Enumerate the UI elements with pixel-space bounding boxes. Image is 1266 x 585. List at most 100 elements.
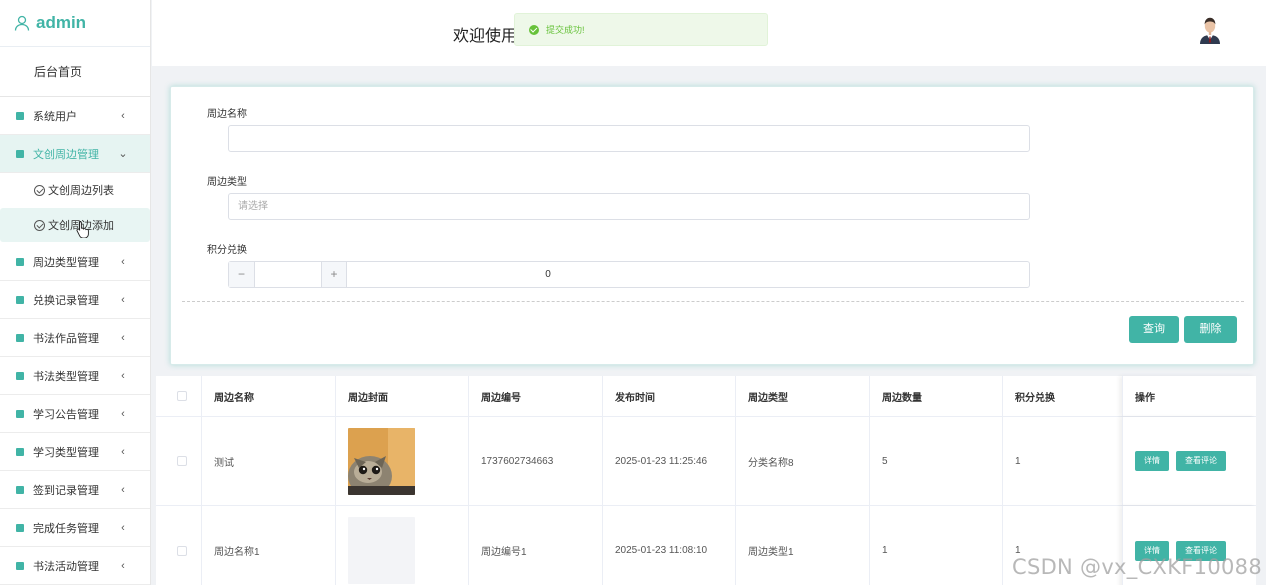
chevron-left-icon: ‹ (121, 521, 125, 534)
user-icon (14, 15, 30, 31)
sidebar-item-label: 周边类型管理 (33, 256, 99, 269)
sidebar-item-study-type[interactable]: 学习类型管理 ‹ (0, 433, 150, 471)
sidebar-item-calligraphy-type[interactable]: 书法类型管理 ‹ (0, 357, 150, 395)
menu-dot-icon (16, 111, 24, 120)
brand-title: admin (36, 13, 87, 32)
cell-code: 1737602734663 (468, 417, 602, 505)
select-all-checkbox[interactable] (177, 391, 187, 401)
delete-button[interactable]: 删除 (1184, 316, 1237, 343)
points-stepper[interactable]: − + 0 (228, 261, 1030, 288)
sidebar-item-home[interactable]: 后台首页 (0, 47, 150, 97)
sidebar-subitem-list[interactable]: 文创周边列表 (0, 173, 150, 207)
sidebar-item-checkin-records[interactable]: 签到记录管理 ‹ (0, 471, 150, 509)
menu-dot-icon (16, 371, 24, 380)
hand-cursor-icon (76, 221, 89, 238)
cell-code: 周边编号1 (468, 506, 602, 585)
sidebar-item-study-notice[interactable]: 学习公告管理 ‹ (0, 395, 150, 433)
sidebar-item-label: 学习公告管理 (33, 408, 99, 421)
sidebar-item-label: 书法作品管理 (33, 332, 99, 345)
check-circle-icon (529, 24, 539, 35)
header-cell: 周边数量 (869, 376, 1002, 416)
cat-image (348, 427, 415, 495)
sidebar-item-peripheral[interactable]: 文创周边管理 ⌄ (0, 135, 150, 173)
sidebar-item-peripheral-type[interactable]: 周边类型管理 ‹ (0, 243, 150, 281)
chevron-left-icon: ‹ (121, 255, 125, 268)
header-cell: 周边封面 (335, 376, 468, 416)
menu-dot-icon (16, 485, 24, 494)
points-value[interactable]: 0 (347, 262, 1029, 287)
check-circle-icon (34, 219, 45, 231)
menu-dot-icon (16, 257, 24, 266)
chevron-left-icon: ‹ (121, 559, 125, 572)
cover-placeholder (348, 517, 415, 584)
menu-dot-icon (16, 295, 24, 304)
cell-quantity: 1 (869, 506, 1002, 585)
sidebar-item-exchange-records[interactable]: 兑换记录管理 ‹ (0, 281, 150, 319)
row-checkbox[interactable] (177, 545, 187, 556)
cell-name: 周边名称1 (201, 506, 335, 585)
points-label: 积分兑换 (207, 245, 247, 256)
menu-dot-icon (16, 149, 24, 158)
chevron-left-icon: ‹ (121, 483, 125, 496)
minus-button[interactable]: − (229, 262, 255, 287)
chevron-left-icon: ‹ (121, 369, 125, 382)
name-label: 周边名称 (207, 109, 247, 120)
sidebar-item-activities[interactable]: 书法活动管理 ‹ (0, 547, 150, 585)
row-select-cell (156, 417, 201, 505)
view-comments-button[interactable]: 查看评论 (1176, 451, 1226, 471)
welcome-title: 欢迎使用 (453, 28, 518, 45)
success-toast: 提交成功! (514, 13, 768, 46)
cell-time: 2025-01-23 11:08:10 (602, 506, 735, 585)
sidebar-item-label: 文创周边管理 (33, 148, 99, 161)
header-cell: 周边类型 (735, 376, 869, 416)
sidebar-item-label: 学习类型管理 (33, 446, 99, 459)
detail-button[interactable]: 详情 (1135, 451, 1169, 471)
sidebar-item-label: 兑换记录管理 (33, 294, 99, 307)
header-cell: 发布时间 (602, 376, 735, 416)
sidebar-item-tasks[interactable]: 完成任务管理 ‹ (0, 509, 150, 547)
plus-button[interactable]: + (321, 262, 347, 287)
cell-quantity: 5 (869, 417, 1002, 505)
check-circle-icon (34, 184, 45, 196)
sidebar-subitem-label: 文创周边列表 (48, 185, 114, 197)
select-all-cell (156, 376, 201, 416)
header-cell: 操作 (1122, 376, 1256, 416)
chevron-left-icon: ‹ (121, 293, 125, 306)
cell-time: 2025-01-23 11:25:46 (602, 417, 735, 505)
table-row: 测试 1737602734663 2025-01-23 11:25:46 分类名… (156, 417, 1256, 506)
chevron-left-icon: ‹ (121, 445, 125, 458)
form-divider (182, 301, 1244, 302)
cell-cover (335, 506, 468, 585)
type-select[interactable]: 请选择 (228, 193, 1030, 220)
sidebar-subitem-add[interactable]: 文创周边添加 (0, 208, 150, 242)
sidebar-item-label: 完成任务管理 (33, 522, 99, 535)
sidebar-item-label: 书法类型管理 (33, 370, 99, 383)
cell-actions: 详情 查看评论 (1122, 417, 1256, 505)
chevron-left-icon: ‹ (121, 109, 125, 122)
menu-dot-icon (16, 523, 24, 532)
sidebar: admin 后台首页 系统用户 ‹ 文创周边管理 ⌄ 文创周边列表 文创周边添加… (0, 0, 151, 585)
cell-points: 1 (1002, 417, 1122, 505)
data-table: 周边名称 周边封面 周边编号 发布时间 周边类型 周边数量 积分兑换 操作 测试 (156, 376, 1256, 585)
avatar[interactable] (1197, 14, 1223, 44)
menu-dot-icon (16, 561, 24, 570)
cell-name: 测试 (201, 417, 335, 505)
search-form: 周边名称 周边类型 请选择 积分兑换 − + 0 查询 删除 (170, 86, 1254, 365)
table-header-row: 周边名称 周边封面 周边编号 发布时间 周边类型 周边数量 积分兑换 操作 (156, 376, 1256, 417)
query-button[interactable]: 查询 (1129, 316, 1179, 343)
chevron-left-icon: ‹ (121, 407, 125, 420)
chevron-down-icon: ⌄ (118, 148, 128, 160)
chevron-left-icon: ‹ (121, 331, 125, 344)
sidebar-item-label: 签到记录管理 (33, 484, 99, 497)
sidebar-item-system-users[interactable]: 系统用户 ‹ (0, 97, 150, 135)
row-select-cell (156, 506, 201, 585)
sidebar-item-label: 书法活动管理 (33, 560, 99, 573)
cell-type: 周边类型1 (735, 506, 869, 585)
sidebar-item-calligraphy-works[interactable]: 书法作品管理 ‹ (0, 319, 150, 357)
toast-message: 提交成功! (546, 25, 585, 35)
watermark: CSDN @vx_CXKF10088 (1011, 555, 1262, 579)
cell-cover (335, 417, 468, 505)
header-cell: 积分兑换 (1002, 376, 1122, 416)
name-input[interactable] (228, 125, 1030, 152)
row-checkbox[interactable] (177, 456, 187, 466)
